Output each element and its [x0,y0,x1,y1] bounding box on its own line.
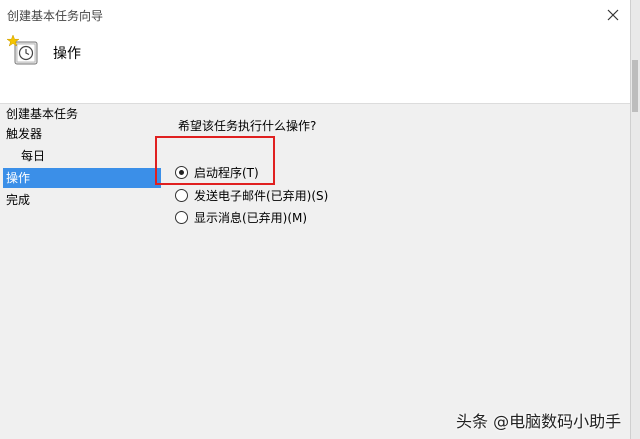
step-action[interactable]: 操作 [3,168,161,188]
close-icon [607,6,619,25]
option-label: 显示消息(已弃用)(M) [194,210,308,225]
scrollbar-thumb[interactable] [632,60,638,112]
title-bar: 创建基本任务向导 [0,0,630,30]
close-button[interactable] [596,0,630,30]
task-wizard-window: 创建基本任务向导 操作 创建基本任务 触发器 每日 操作 完成 希望该任务执行什… [0,0,630,439]
action-prompt: 希望该任务执行什么操作? [178,119,317,133]
radio-button[interactable] [175,210,188,224]
step-trigger[interactable]: 触发器 [3,124,161,144]
wizard-step-list: 创建基本任务 触发器 每日 操作 完成 [0,104,162,439]
wizard-header: 操作 [0,30,630,104]
radio-button[interactable] [175,188,188,202]
step-create-basic-task[interactable]: 创建基本任务 [3,104,161,124]
step-daily[interactable]: 每日 [3,146,161,166]
step-finish[interactable]: 完成 [3,190,161,210]
window-title: 创建基本任务向导 [7,9,104,23]
task-clock-icon [6,34,40,68]
highlight-annotation-box [155,136,275,185]
display-message-option[interactable]: 显示消息(已弃用)(M) [175,208,307,226]
page-title: 操作 [53,46,81,62]
option-label: 发送电子邮件(已弃用)(S) [194,188,329,203]
watermark: 头条 @电脑数码小助手 [456,412,622,431]
send-email-option[interactable]: 发送电子邮件(已弃用)(S) [175,186,328,204]
